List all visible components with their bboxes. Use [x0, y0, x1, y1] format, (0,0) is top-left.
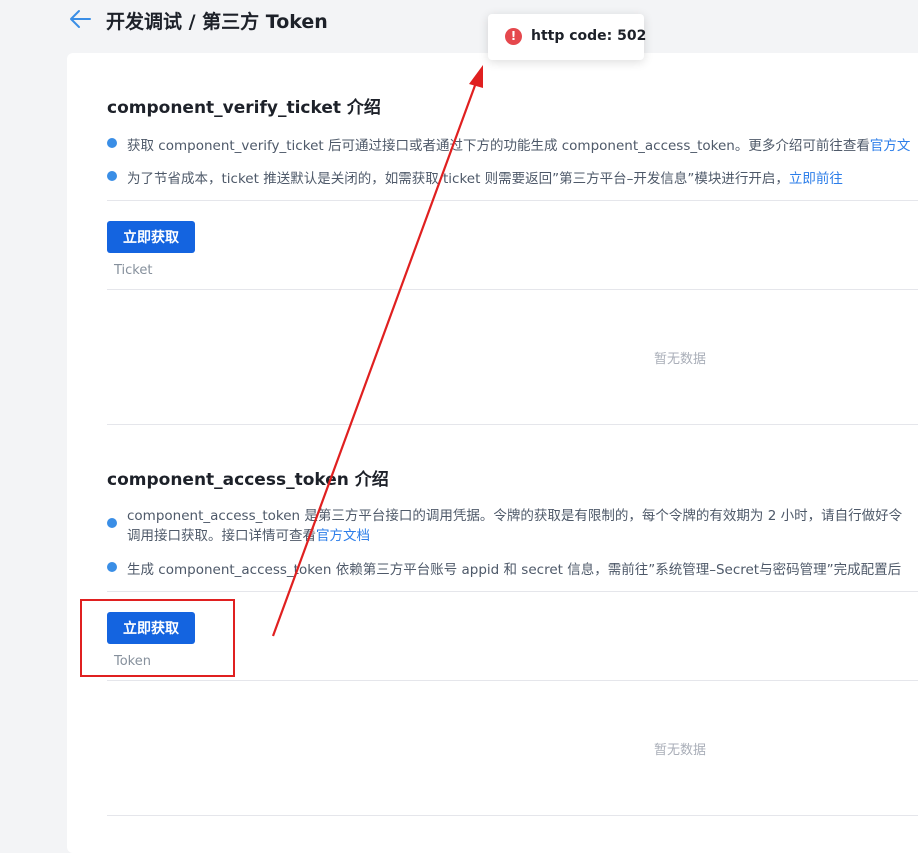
annotation-arrow	[271, 65, 483, 637]
